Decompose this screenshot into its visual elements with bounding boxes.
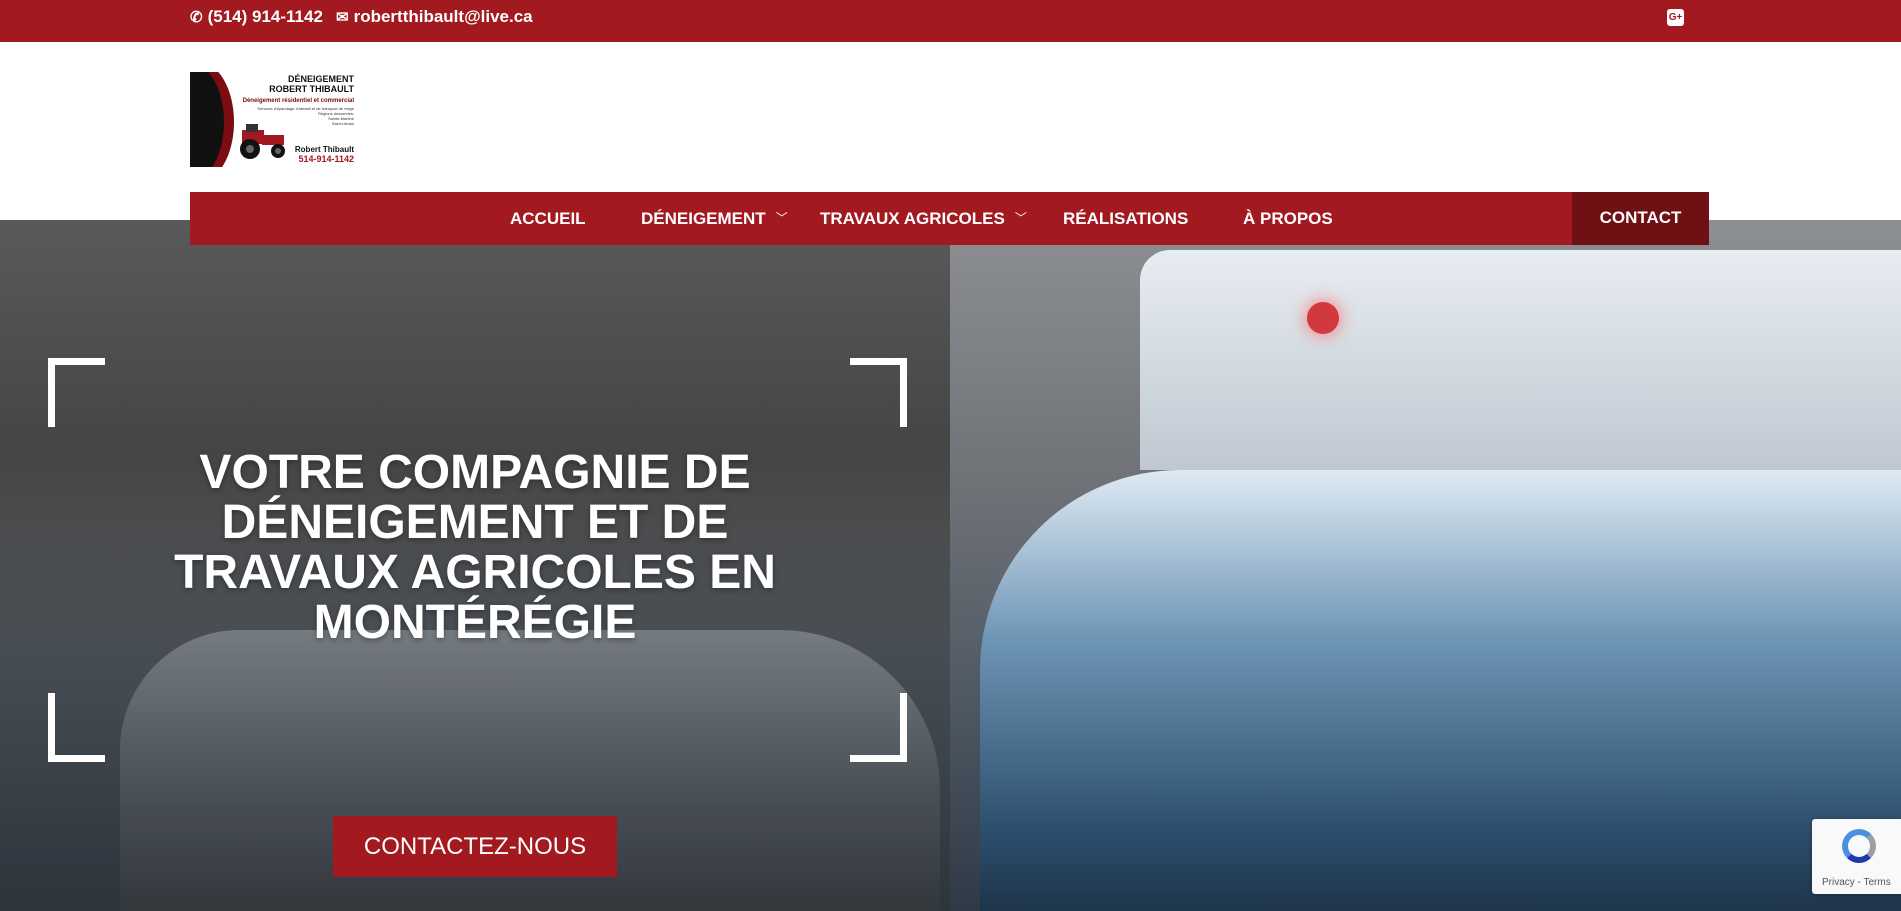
nav-item-realisations[interactable]: RÉALISATIONS: [1063, 192, 1188, 245]
google-icon[interactable]: G+: [1667, 9, 1684, 26]
frame-corner-bottom-left: [48, 693, 105, 762]
tractor-icon: [240, 124, 285, 159]
email-link[interactable]: ✉ robertthibault@live.ca: [336, 7, 533, 27]
email-address: robertthibault@live.ca: [353, 7, 533, 26]
logo-phone: 514-914-1142: [298, 154, 354, 164]
logo-subtitle: Déneigement résidentiel et commercial: [242, 98, 354, 104]
main-nav: ACCUEIL DÉNEIGEMENT ﹀ TRAVAUX AGRICOLES …: [190, 192, 1709, 245]
frame-corner-top-right: [850, 358, 907, 427]
chevron-down-icon: ﹀: [775, 211, 788, 225]
top-bar: ✆ (514) 914-1142 ✉ robertthibault@live.c…: [0, 0, 1901, 42]
phone-icon: ✆: [190, 9, 203, 26]
phone-link[interactable]: ✆ (514) 914-1142: [190, 7, 323, 27]
hero-title: VOTRE COMPAGNIE DE DÉNEIGEMENT ET DE TRA…: [174, 446, 776, 649]
recaptcha-links[interactable]: Privacy - Terms: [1822, 877, 1891, 888]
frame-corner-top-left: [48, 358, 105, 427]
traffic-light: [1307, 302, 1339, 334]
recaptcha-badge[interactable]: Privacy - Terms: [1812, 819, 1901, 894]
chevron-down-icon: ﹀: [1014, 211, 1027, 225]
nav-item-accueil[interactable]: ACCUEIL: [510, 192, 586, 245]
nav-item-a-propos[interactable]: À PROPOS: [1243, 192, 1333, 245]
phone-number: (514) 914-1142: [207, 7, 323, 26]
nav-item-contact[interactable]: CONTACT: [1572, 192, 1709, 245]
envelope-icon: ✉: [336, 9, 349, 26]
nav-item-deneigement[interactable]: DÉNEIGEMENT ﹀: [641, 192, 788, 245]
recaptcha-icon: [1842, 829, 1876, 863]
site-logo[interactable]: DÉNEIGEMENT ROBERT THIBAULT Déneigement …: [190, 72, 357, 167]
logo-title: DÉNEIGEMENT ROBERT THIBAULT: [269, 74, 354, 94]
hero-background-bus: [1140, 250, 1901, 470]
logo-owner: Robert Thibault: [294, 145, 354, 154]
contact-us-button[interactable]: CONTACTEZ-NOUS: [333, 816, 617, 877]
nav-item-travaux-agricoles[interactable]: TRAVAUX AGRICOLES ﹀: [820, 192, 1027, 245]
hero-background-car-right: [980, 470, 1901, 911]
frame-corner-bottom-right: [850, 693, 907, 762]
